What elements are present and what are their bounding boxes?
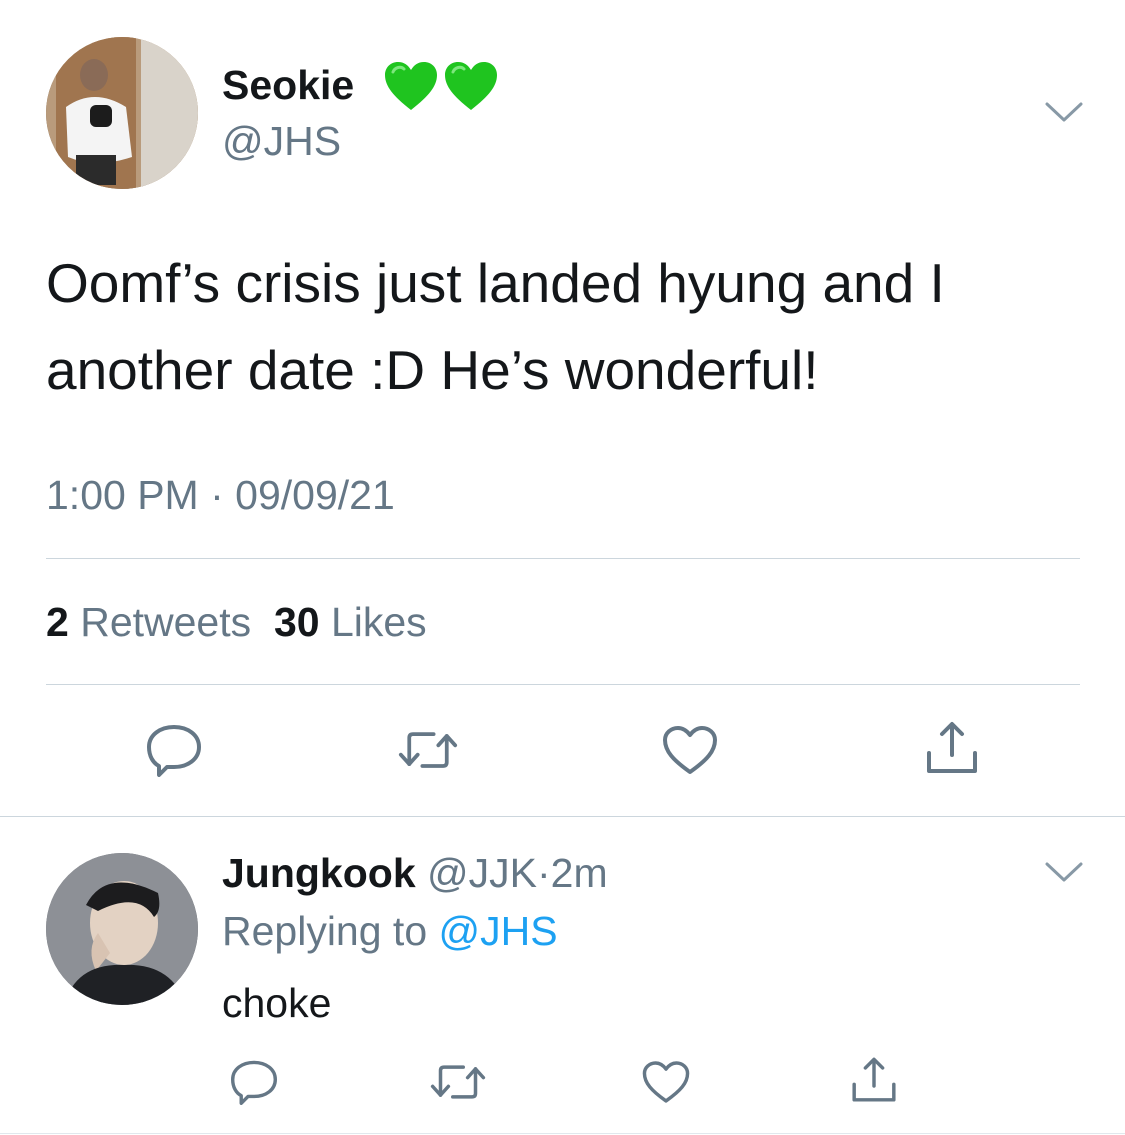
replying-to-mention-link[interactable]: @JHS [439,908,558,954]
divider [0,1133,1125,1134]
timestamp-separator: · [210,472,224,518]
share-icon [927,722,977,773]
divider [0,816,1125,817]
reply-icon [147,725,201,777]
name-emoji-group [383,60,499,112]
avatar-photo [46,853,198,1005]
retweets-count: 2 [46,599,69,645]
reply-button[interactable] [144,720,204,780]
likes-label: Likes [330,599,427,645]
share-button[interactable] [844,1050,904,1110]
divider [46,558,1080,559]
reply-text: choke [222,980,332,1026]
reply-author-display-name[interactable]: Jungkook [222,850,416,896]
retweet-icon [430,1065,486,1099]
divider [46,684,1080,685]
reply-author-handle[interactable]: @JJK [427,850,537,896]
retweets-label: Retweets [80,599,252,645]
likes-link[interactable]: 30 Likes [274,599,427,645]
reply-button[interactable] [224,1052,284,1112]
reply-icon [231,1060,277,1105]
retweet-button[interactable] [398,720,458,780]
tweet-date: 09/09/21 [235,472,395,518]
share-button[interactable] [922,718,982,778]
tweet-text-line: Oomf’s crisis just landed hyung and I [46,252,945,314]
like-icon [663,726,717,774]
green-heart-icon [445,62,497,110]
retweet-button[interactable] [428,1052,488,1112]
retweet-icon [398,732,458,768]
tweet-time: 1:00 PM [46,472,199,518]
chevron-down-icon[interactable] [1044,100,1084,124]
avatar-photo [46,37,198,189]
reply-age[interactable]: 2m [551,850,608,896]
replying-to: Replying to @JHS [222,908,558,955]
tweet-stats: 2 Retweets 30 Likes [46,599,427,646]
share-icon [852,1057,896,1102]
author-avatar[interactable] [46,37,198,189]
chevron-down-icon[interactable] [1044,860,1084,884]
green-heart-icon [385,62,437,110]
like-button[interactable] [636,1052,696,1112]
tweet-timestamp[interactable]: 1:00 PM · 09/09/21 [46,472,395,519]
like-button[interactable] [660,720,720,780]
replying-to-label: Replying to [222,908,428,954]
reply-author-avatar[interactable] [46,853,198,1005]
like-icon [642,1061,690,1103]
retweets-link[interactable]: 2 Retweets [46,599,251,645]
tweet-text-line: another date :D He’s wonderful! [46,339,819,401]
likes-count: 30 [273,599,320,645]
author-display-name[interactable]: Seokie [222,62,354,109]
reply-header: Jungkook @JJK·2m [222,850,608,897]
tweet-text: Oomf’s crisis just landed hyung and I an… [46,240,1086,414]
reply-separator: · [537,850,551,896]
author-handle[interactable]: @JHS [222,118,341,165]
